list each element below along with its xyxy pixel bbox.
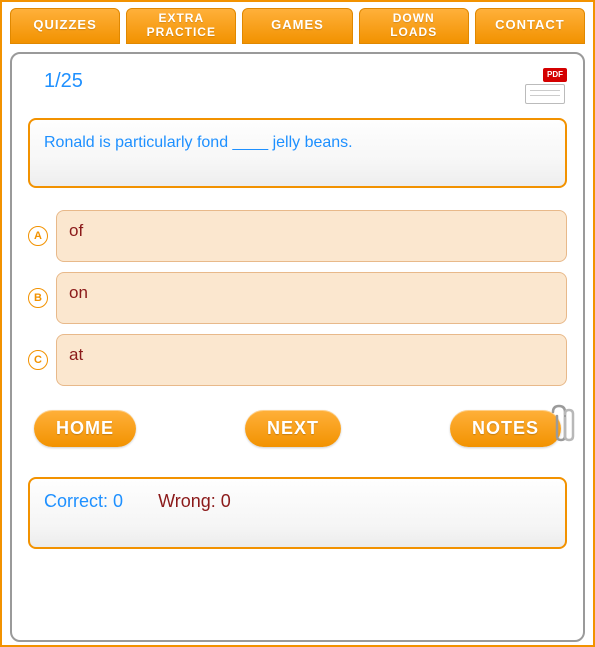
- tab-contact[interactable]: CONTACT: [475, 8, 585, 44]
- option-b-text: on: [69, 283, 88, 302]
- option-letter-b: B: [28, 288, 48, 308]
- tab-quizzes[interactable]: QUIZZES: [10, 8, 120, 44]
- options-group: A of B on C at: [28, 210, 567, 386]
- option-c[interactable]: at: [56, 334, 567, 386]
- option-a-text: of: [69, 221, 83, 240]
- notes-wrap: NOTES: [450, 410, 561, 447]
- home-button[interactable]: HOME: [34, 410, 136, 447]
- correct-label: Correct:: [44, 491, 108, 511]
- wrong-label: Wrong:: [158, 491, 216, 511]
- top-row: 1/25 PDF: [28, 68, 567, 104]
- option-letter-c: C: [28, 350, 48, 370]
- notes-button[interactable]: NOTES: [450, 410, 561, 447]
- tab-extra-line2: PRACTICE: [147, 25, 216, 39]
- option-b[interactable]: on: [56, 272, 567, 324]
- tab-games[interactable]: GAMES: [242, 8, 352, 44]
- next-button[interactable]: NEXT: [245, 410, 341, 447]
- wrong-value: 0: [221, 491, 231, 511]
- tab-extra-line1: EXTRA: [158, 11, 204, 25]
- question-text: Ronald is particularly fond ____ jelly b…: [44, 134, 551, 152]
- question-counter: 1/25: [44, 70, 83, 93]
- tab-extra-practice[interactable]: EXTRA PRACTICE: [126, 8, 236, 44]
- content-frame: 1/25 PDF Ronald is particularly fond ___…: [10, 52, 585, 642]
- tab-downloads[interactable]: DOWN LOADS: [359, 8, 469, 44]
- pdf-page-icon: [525, 84, 565, 104]
- option-row-a: A of: [28, 210, 567, 262]
- tab-downloads-line1: DOWN: [393, 11, 435, 25]
- score-line: Correct: 0 Wrong: 0: [44, 491, 551, 512]
- option-row-b: B on: [28, 272, 567, 324]
- app-frame: QUIZZES EXTRA PRACTICE GAMES DOWN LOADS …: [0, 0, 595, 647]
- score-box: Correct: 0 Wrong: 0: [28, 477, 567, 549]
- option-row-c: C at: [28, 334, 567, 386]
- pdf-badge: PDF: [543, 68, 567, 82]
- option-letter-a: A: [28, 226, 48, 246]
- option-c-text: at: [69, 345, 83, 364]
- tabs-row: QUIZZES EXTRA PRACTICE GAMES DOWN LOADS …: [2, 2, 593, 44]
- question-box: Ronald is particularly fond ____ jelly b…: [28, 118, 567, 188]
- correct-value: 0: [113, 491, 123, 511]
- tab-downloads-line2: LOADS: [390, 25, 437, 39]
- buttons-row: HOME NEXT NOTES: [28, 410, 567, 447]
- pdf-download-icon[interactable]: PDF: [525, 68, 567, 104]
- option-a[interactable]: of: [56, 210, 567, 262]
